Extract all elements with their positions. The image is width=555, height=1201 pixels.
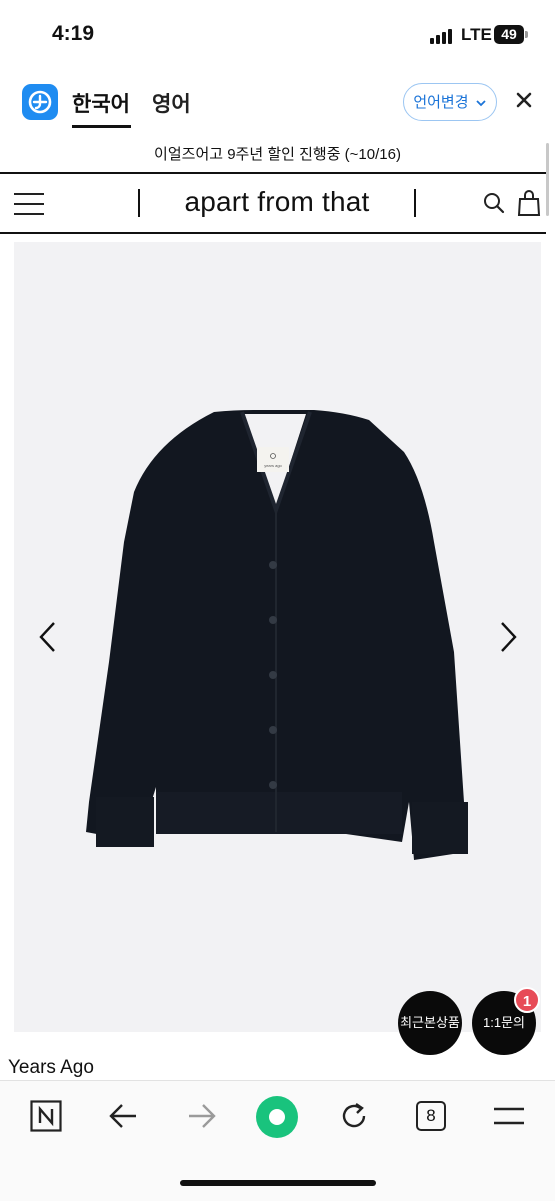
close-icon[interactable] — [515, 89, 533, 115]
cardigan-illustration — [86, 410, 468, 860]
signal-icon — [430, 28, 454, 44]
change-language-button[interactable]: 언어변경 — [403, 83, 497, 121]
neck-label: years ago — [257, 447, 289, 472]
prev-image-arrow-icon[interactable] — [36, 620, 60, 654]
menu-icon[interactable] — [14, 193, 44, 215]
refresh-icon[interactable] — [338, 1100, 370, 1137]
tab-english[interactable]: 영어 — [152, 88, 191, 118]
status-time: 4:19 — [52, 22, 95, 45]
header-bottom-border — [0, 232, 546, 234]
header-top-border — [0, 172, 546, 174]
network-label: LTE — [461, 25, 492, 44]
change-language-label: 언어변경 — [413, 94, 469, 111]
papago-logo-icon[interactable] — [22, 84, 58, 120]
svg-text:years ago: years ago — [264, 463, 282, 468]
divider — [138, 189, 140, 217]
home-indicator — [180, 1180, 376, 1186]
battery-icon: 49 — [494, 25, 524, 44]
forward-arrow-icon[interactable] — [185, 1102, 217, 1135]
search-icon[interactable] — [482, 191, 506, 220]
recent-viewed-button[interactable]: 최근본상품 — [398, 991, 462, 1055]
chevron-down-icon — [476, 100, 486, 107]
product-name: Years Ago — [8, 1057, 94, 1078]
divider — [414, 189, 416, 217]
next-image-arrow-icon[interactable] — [496, 620, 520, 654]
brand-logo[interactable]: apart from that — [150, 186, 404, 218]
promo-banner[interactable]: 이얼즈어고 9주년 할인 진행중 (~10/16) — [0, 140, 555, 170]
naver-icon[interactable] — [30, 1100, 62, 1137]
home-icon[interactable] — [256, 1096, 298, 1143]
product-image[interactable]: years ago — [14, 242, 541, 1032]
scrollbar[interactable] — [546, 143, 549, 216]
inquiry-badge: 1 — [514, 987, 540, 1013]
tabs-button[interactable]: 8 — [416, 1101, 446, 1131]
back-arrow-icon[interactable] — [108, 1102, 140, 1135]
tab-active-indicator — [72, 125, 131, 128]
menu-lines-icon[interactable] — [493, 1106, 525, 1131]
tab-korean[interactable]: 한국어 — [72, 88, 130, 118]
tab-count: 8 — [426, 1106, 436, 1125]
shopping-bag-icon[interactable] — [517, 189, 541, 222]
battery-tip — [525, 31, 528, 38]
